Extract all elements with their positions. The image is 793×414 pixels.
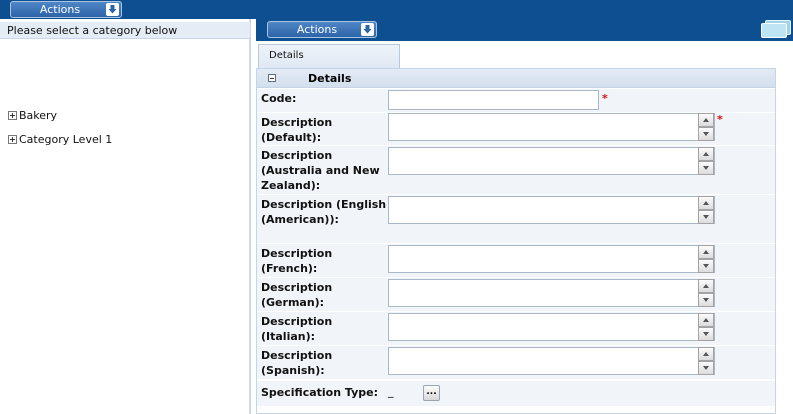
- specification-type-lookup-button[interactable]: ...: [423, 385, 440, 401]
- left-actions-button[interactable]: Actions: [10, 1, 122, 18]
- specification-type-label: Specification Type:: [261, 386, 378, 399]
- scroll-up-icon[interactable]: [698, 279, 714, 293]
- description-german-textarea[interactable]: [388, 279, 715, 307]
- details-panel: Details Code: * Description (Default): *…: [256, 68, 776, 414]
- description-anz-row: Description (Australia and New Zealand):: [257, 146, 775, 195]
- description-en-us-label: Description (English (American)):: [261, 198, 387, 226]
- tab-details[interactable]: Details: [258, 44, 400, 68]
- description-anz-textarea[interactable]: [388, 147, 715, 175]
- scroll-down-icon[interactable]: [698, 293, 714, 307]
- description-default-textarea[interactable]: [388, 113, 715, 141]
- top-toolbar: Actions: [0, 0, 793, 19]
- window-icon[interactable]: [761, 20, 791, 39]
- description-french-row: Description (French):: [257, 244, 775, 278]
- plus-box-icon[interactable]: [8, 111, 17, 120]
- scroll-down-icon[interactable]: [698, 210, 714, 224]
- description-anz-label: Description (Australia and New Zealand):: [261, 149, 380, 192]
- minus-box-icon[interactable]: [268, 74, 276, 82]
- specification-type-value: _: [388, 385, 394, 398]
- description-french-label: Description (French):: [261, 247, 333, 275]
- tree-item-label: Category Level 1: [19, 133, 113, 146]
- scroll-up-icon[interactable]: [698, 347, 714, 361]
- down-arrow-icon: [106, 3, 119, 16]
- description-german-scroller[interactable]: [698, 279, 714, 307]
- category-tree-pane: Please select a category below Bakery Ca…: [0, 19, 251, 414]
- description-default-label: Description (Default):: [261, 116, 333, 144]
- description-italian-label: Description (Italian):: [261, 315, 333, 343]
- description-en-us-row: Description (English (American)):: [257, 195, 775, 244]
- scroll-up-icon[interactable]: [698, 313, 714, 327]
- details-section-header[interactable]: Details: [257, 69, 775, 88]
- description-french-textarea[interactable]: [388, 245, 715, 273]
- description-en-us-scroller[interactable]: [698, 196, 714, 224]
- tree-item-category-level-1[interactable]: Category Level 1: [8, 134, 112, 148]
- description-anz-scroller[interactable]: [698, 147, 714, 175]
- detail-toolbar: Actions: [256, 19, 793, 41]
- right-actions-label: Actions: [296, 23, 338, 36]
- category-pane-header: Please select a category below: [0, 22, 250, 39]
- description-french-scroller[interactable]: [698, 245, 714, 273]
- left-actions-label: Actions: [39, 3, 81, 16]
- scroll-up-icon[interactable]: [698, 113, 714, 127]
- code-input[interactable]: [388, 90, 599, 110]
- description-en-us-textarea[interactable]: [388, 196, 715, 224]
- tree-item-bakery[interactable]: Bakery: [8, 110, 57, 124]
- scroll-down-icon[interactable]: [698, 327, 714, 341]
- section-title: Details: [308, 72, 352, 85]
- description-spanish-textarea[interactable]: [388, 347, 715, 375]
- scroll-down-icon[interactable]: [698, 161, 714, 175]
- required-marker: *: [717, 113, 723, 126]
- scroll-down-icon[interactable]: [698, 127, 714, 141]
- code-label: Code:: [261, 92, 297, 105]
- scroll-up-icon[interactable]: [698, 147, 714, 161]
- scroll-up-icon[interactable]: [698, 245, 714, 259]
- scroll-down-icon[interactable]: [698, 361, 714, 375]
- description-german-label: Description (German):: [261, 281, 333, 309]
- specification-type-row: Specification Type: _ ...: [257, 381, 775, 407]
- window-front-shape: [761, 23, 787, 38]
- scroll-up-icon[interactable]: [698, 196, 714, 210]
- tab-strip: Details: [256, 41, 793, 68]
- scroll-down-icon[interactable]: [698, 259, 714, 273]
- code-row: Code: *: [257, 89, 775, 113]
- down-arrow-icon: [361, 23, 374, 36]
- plus-box-icon[interactable]: [8, 135, 17, 144]
- description-german-row: Description (German):: [257, 278, 775, 312]
- description-spanish-scroller[interactable]: [698, 347, 714, 375]
- description-default-row: Description (Default): *: [257, 113, 775, 146]
- description-italian-scroller[interactable]: [698, 313, 714, 341]
- description-italian-textarea[interactable]: [388, 313, 715, 341]
- required-marker: *: [602, 92, 608, 105]
- tree-item-label: Bakery: [19, 109, 58, 122]
- description-default-scroller[interactable]: [698, 113, 714, 141]
- right-actions-button[interactable]: Actions: [267, 21, 377, 38]
- description-spanish-row: Description (Spanish):: [257, 346, 775, 380]
- description-spanish-label: Description (Spanish):: [261, 349, 333, 377]
- description-italian-row: Description (Italian):: [257, 312, 775, 346]
